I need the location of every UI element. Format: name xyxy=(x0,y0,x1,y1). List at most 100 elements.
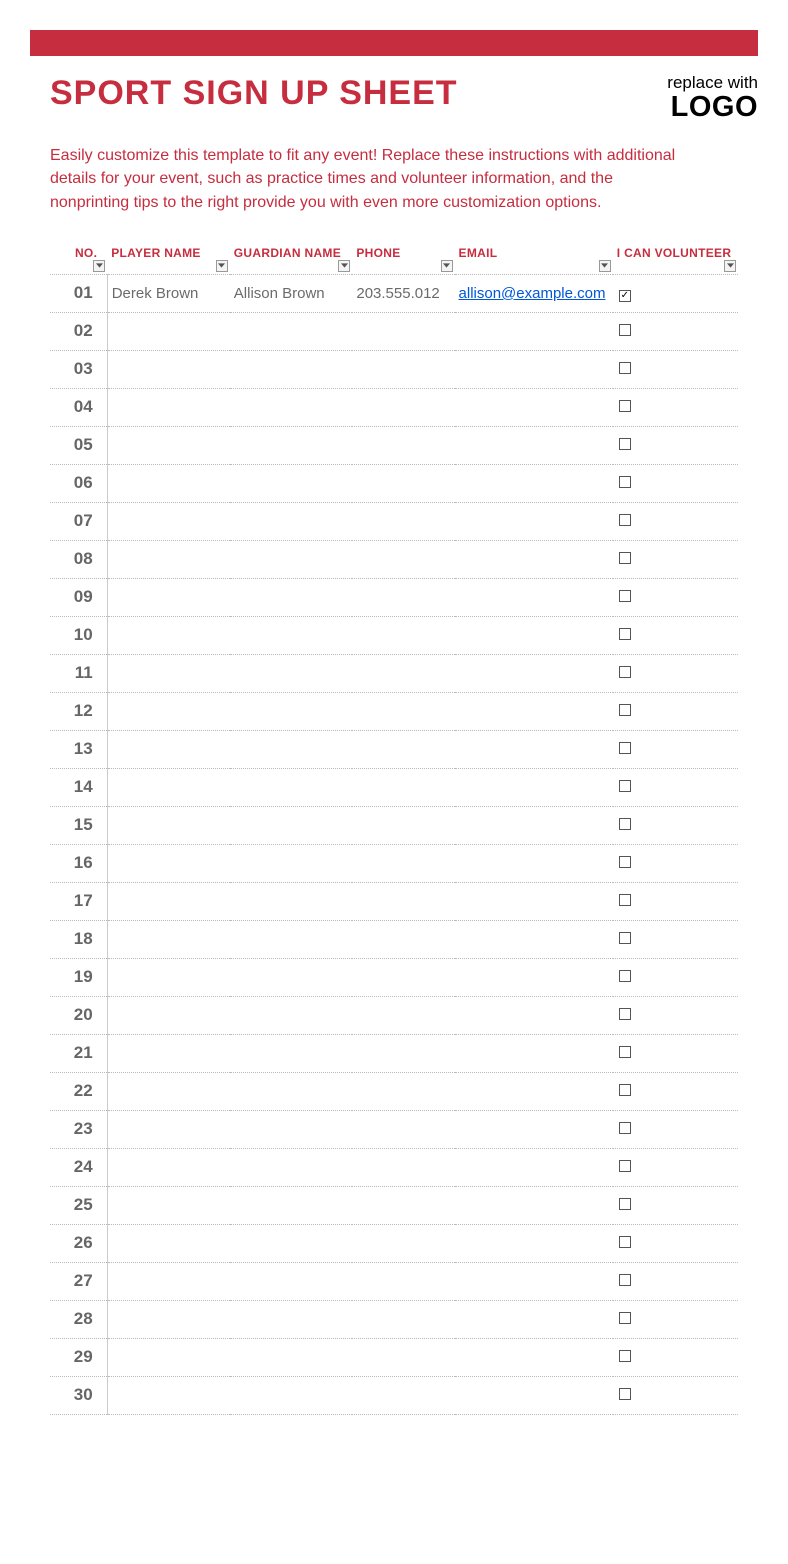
cell-email[interactable]: allison@example.com xyxy=(455,274,613,312)
filter-button-no[interactable] xyxy=(93,260,105,272)
cell-email[interactable] xyxy=(455,730,613,768)
cell-phone[interactable] xyxy=(352,996,454,1034)
cell-phone[interactable] xyxy=(352,692,454,730)
filter-button-guardian[interactable] xyxy=(338,260,350,272)
cell-guardian[interactable] xyxy=(230,616,353,654)
cell-guardian[interactable] xyxy=(230,1110,353,1148)
cell-email[interactable] xyxy=(455,312,613,350)
cell-player[interactable] xyxy=(107,768,230,806)
cell-email[interactable] xyxy=(455,806,613,844)
filter-button-email[interactable] xyxy=(599,260,611,272)
volunteer-checkbox[interactable] xyxy=(619,780,631,792)
cell-email[interactable] xyxy=(455,616,613,654)
cell-email[interactable] xyxy=(455,1262,613,1300)
cell-phone[interactable] xyxy=(352,920,454,958)
cell-player[interactable] xyxy=(107,350,230,388)
cell-player[interactable] xyxy=(107,1148,230,1186)
cell-phone[interactable] xyxy=(352,654,454,692)
cell-phone[interactable] xyxy=(352,844,454,882)
cell-guardian[interactable] xyxy=(230,502,353,540)
cell-player[interactable] xyxy=(107,540,230,578)
cell-guardian[interactable] xyxy=(230,996,353,1034)
cell-player[interactable]: Derek Brown xyxy=(107,274,230,312)
cell-email[interactable] xyxy=(455,426,613,464)
cell-email[interactable] xyxy=(455,768,613,806)
volunteer-checkbox[interactable] xyxy=(619,666,631,678)
cell-phone[interactable] xyxy=(352,464,454,502)
cell-phone[interactable] xyxy=(352,1072,454,1110)
volunteer-checkbox[interactable] xyxy=(619,476,631,488)
cell-player[interactable] xyxy=(107,1262,230,1300)
cell-player[interactable] xyxy=(107,502,230,540)
cell-guardian[interactable] xyxy=(230,1262,353,1300)
cell-player[interactable] xyxy=(107,1224,230,1262)
volunteer-checkbox[interactable] xyxy=(619,552,631,564)
cell-email[interactable] xyxy=(455,654,613,692)
cell-guardian[interactable] xyxy=(230,1224,353,1262)
cell-email[interactable] xyxy=(455,882,613,920)
cell-guardian[interactable] xyxy=(230,1034,353,1072)
cell-email[interactable] xyxy=(455,1186,613,1224)
cell-phone[interactable] xyxy=(352,426,454,464)
volunteer-checkbox[interactable] xyxy=(619,1236,631,1248)
cell-phone[interactable] xyxy=(352,388,454,426)
cell-guardian[interactable] xyxy=(230,920,353,958)
cell-phone[interactable] xyxy=(352,502,454,540)
cell-player[interactable] xyxy=(107,692,230,730)
cell-guardian[interactable] xyxy=(230,350,353,388)
cell-player[interactable] xyxy=(107,578,230,616)
cell-guardian[interactable] xyxy=(230,426,353,464)
cell-email[interactable] xyxy=(455,502,613,540)
volunteer-checkbox[interactable] xyxy=(619,932,631,944)
cell-phone[interactable] xyxy=(352,806,454,844)
cell-email[interactable] xyxy=(455,1148,613,1186)
cell-player[interactable] xyxy=(107,1338,230,1376)
cell-guardian[interactable] xyxy=(230,1338,353,1376)
cell-guardian[interactable] xyxy=(230,730,353,768)
filter-button-volunteer[interactable] xyxy=(724,260,736,272)
cell-email[interactable] xyxy=(455,692,613,730)
cell-player[interactable] xyxy=(107,1072,230,1110)
cell-player[interactable] xyxy=(107,844,230,882)
cell-phone[interactable] xyxy=(352,1300,454,1338)
volunteer-checkbox[interactable] xyxy=(619,1350,631,1362)
cell-email[interactable] xyxy=(455,350,613,388)
cell-player[interactable] xyxy=(107,312,230,350)
cell-email[interactable] xyxy=(455,844,613,882)
cell-guardian[interactable] xyxy=(230,692,353,730)
cell-player[interactable] xyxy=(107,426,230,464)
cell-email[interactable] xyxy=(455,1300,613,1338)
volunteer-checkbox[interactable] xyxy=(619,1274,631,1286)
volunteer-checkbox[interactable] xyxy=(619,1008,631,1020)
volunteer-checkbox[interactable] xyxy=(619,704,631,716)
cell-guardian[interactable] xyxy=(230,388,353,426)
cell-phone[interactable] xyxy=(352,578,454,616)
volunteer-checkbox[interactable] xyxy=(619,324,631,336)
cell-guardian[interactable] xyxy=(230,1300,353,1338)
volunteer-checkbox[interactable] xyxy=(619,438,631,450)
volunteer-checkbox[interactable] xyxy=(619,1122,631,1134)
volunteer-checkbox[interactable] xyxy=(619,1084,631,1096)
cell-guardian[interactable] xyxy=(230,806,353,844)
cell-phone[interactable] xyxy=(352,1186,454,1224)
cell-player[interactable] xyxy=(107,388,230,426)
cell-player[interactable] xyxy=(107,882,230,920)
cell-guardian[interactable] xyxy=(230,1148,353,1186)
cell-phone[interactable] xyxy=(352,350,454,388)
cell-guardian[interactable] xyxy=(230,1376,353,1414)
cell-phone[interactable] xyxy=(352,616,454,654)
cell-guardian[interactable] xyxy=(230,1186,353,1224)
cell-guardian[interactable] xyxy=(230,464,353,502)
cell-email[interactable] xyxy=(455,958,613,996)
cell-player[interactable] xyxy=(107,730,230,768)
cell-guardian[interactable]: Allison Brown xyxy=(230,274,353,312)
volunteer-checkbox[interactable] xyxy=(619,1388,631,1400)
cell-player[interactable] xyxy=(107,920,230,958)
cell-email[interactable] xyxy=(455,1110,613,1148)
cell-guardian[interactable] xyxy=(230,844,353,882)
cell-phone[interactable] xyxy=(352,1262,454,1300)
cell-email[interactable] xyxy=(455,540,613,578)
cell-phone[interactable] xyxy=(352,1338,454,1376)
cell-email[interactable] xyxy=(455,1376,613,1414)
cell-guardian[interactable] xyxy=(230,540,353,578)
